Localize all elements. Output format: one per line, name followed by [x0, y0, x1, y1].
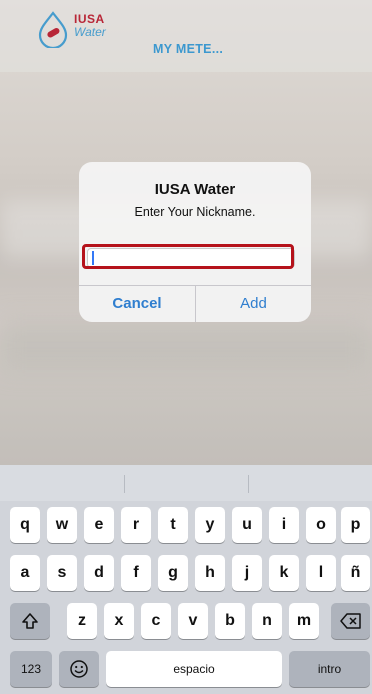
nickname-alert-dialog: IUSA Water Enter Your Nickname. Cancel A… — [79, 162, 311, 322]
key-y[interactable]: y — [195, 507, 225, 543]
cancel-button[interactable]: Cancel — [79, 286, 195, 322]
key-c[interactable]: c — [141, 603, 171, 639]
key-j[interactable]: j — [232, 555, 262, 591]
key-v[interactable]: v — [178, 603, 208, 639]
key-r[interactable]: r — [121, 507, 151, 543]
key-s[interactable]: s — [47, 555, 77, 591]
key-w[interactable]: w — [47, 507, 77, 543]
shift-icon — [22, 612, 38, 629]
onscreen-keyboard: q w e r t y u i o p a s d f g h j k l ñ … — [0, 465, 372, 694]
key-e[interactable]: e — [84, 507, 114, 543]
emoji-key[interactable] — [59, 651, 99, 687]
alert-message: Enter Your Nickname. — [134, 205, 256, 219]
alert-title: IUSA Water — [154, 181, 236, 198]
key-t[interactable]: t — [158, 507, 188, 543]
shift-key[interactable] — [10, 603, 50, 639]
key-b[interactable]: b — [215, 603, 245, 639]
key-q[interactable]: q — [10, 507, 40, 543]
key-x[interactable]: x — [104, 603, 134, 639]
key-z[interactable]: z — [67, 603, 97, 639]
key-l[interactable]: l — [306, 555, 336, 591]
key-o[interactable]: o — [306, 507, 336, 543]
divider — [124, 475, 125, 493]
key-i[interactable]: i — [269, 507, 299, 543]
key-h[interactable]: h — [195, 555, 225, 591]
key-g[interactable]: g — [158, 555, 188, 591]
key-f[interactable]: f — [121, 555, 151, 591]
keyboard-suggestion-bar — [0, 465, 372, 501]
input-highlight-box — [82, 244, 294, 269]
backspace-icon — [339, 613, 361, 629]
divider — [248, 475, 249, 493]
key-p[interactable]: p — [341, 507, 370, 543]
key-d[interactable]: d — [84, 555, 114, 591]
key-u[interactable]: u — [232, 507, 262, 543]
key-k[interactable]: k — [269, 555, 299, 591]
key-m[interactable]: m — [289, 603, 319, 639]
key-a[interactable]: a — [10, 555, 40, 591]
backspace-key[interactable] — [331, 603, 370, 639]
app-screen: IUSA Water MY METE... IUSA Water Enter Y… — [0, 0, 372, 694]
space-key[interactable]: espacio — [106, 651, 282, 687]
key-n[interactable]: n — [252, 603, 282, 639]
return-key[interactable]: intro — [289, 651, 370, 687]
add-button[interactable]: Add — [196, 286, 311, 322]
key-n-tilde[interactable]: ñ — [341, 555, 370, 591]
numbers-key[interactable]: 123 — [10, 651, 52, 687]
emoji-icon — [70, 660, 88, 678]
